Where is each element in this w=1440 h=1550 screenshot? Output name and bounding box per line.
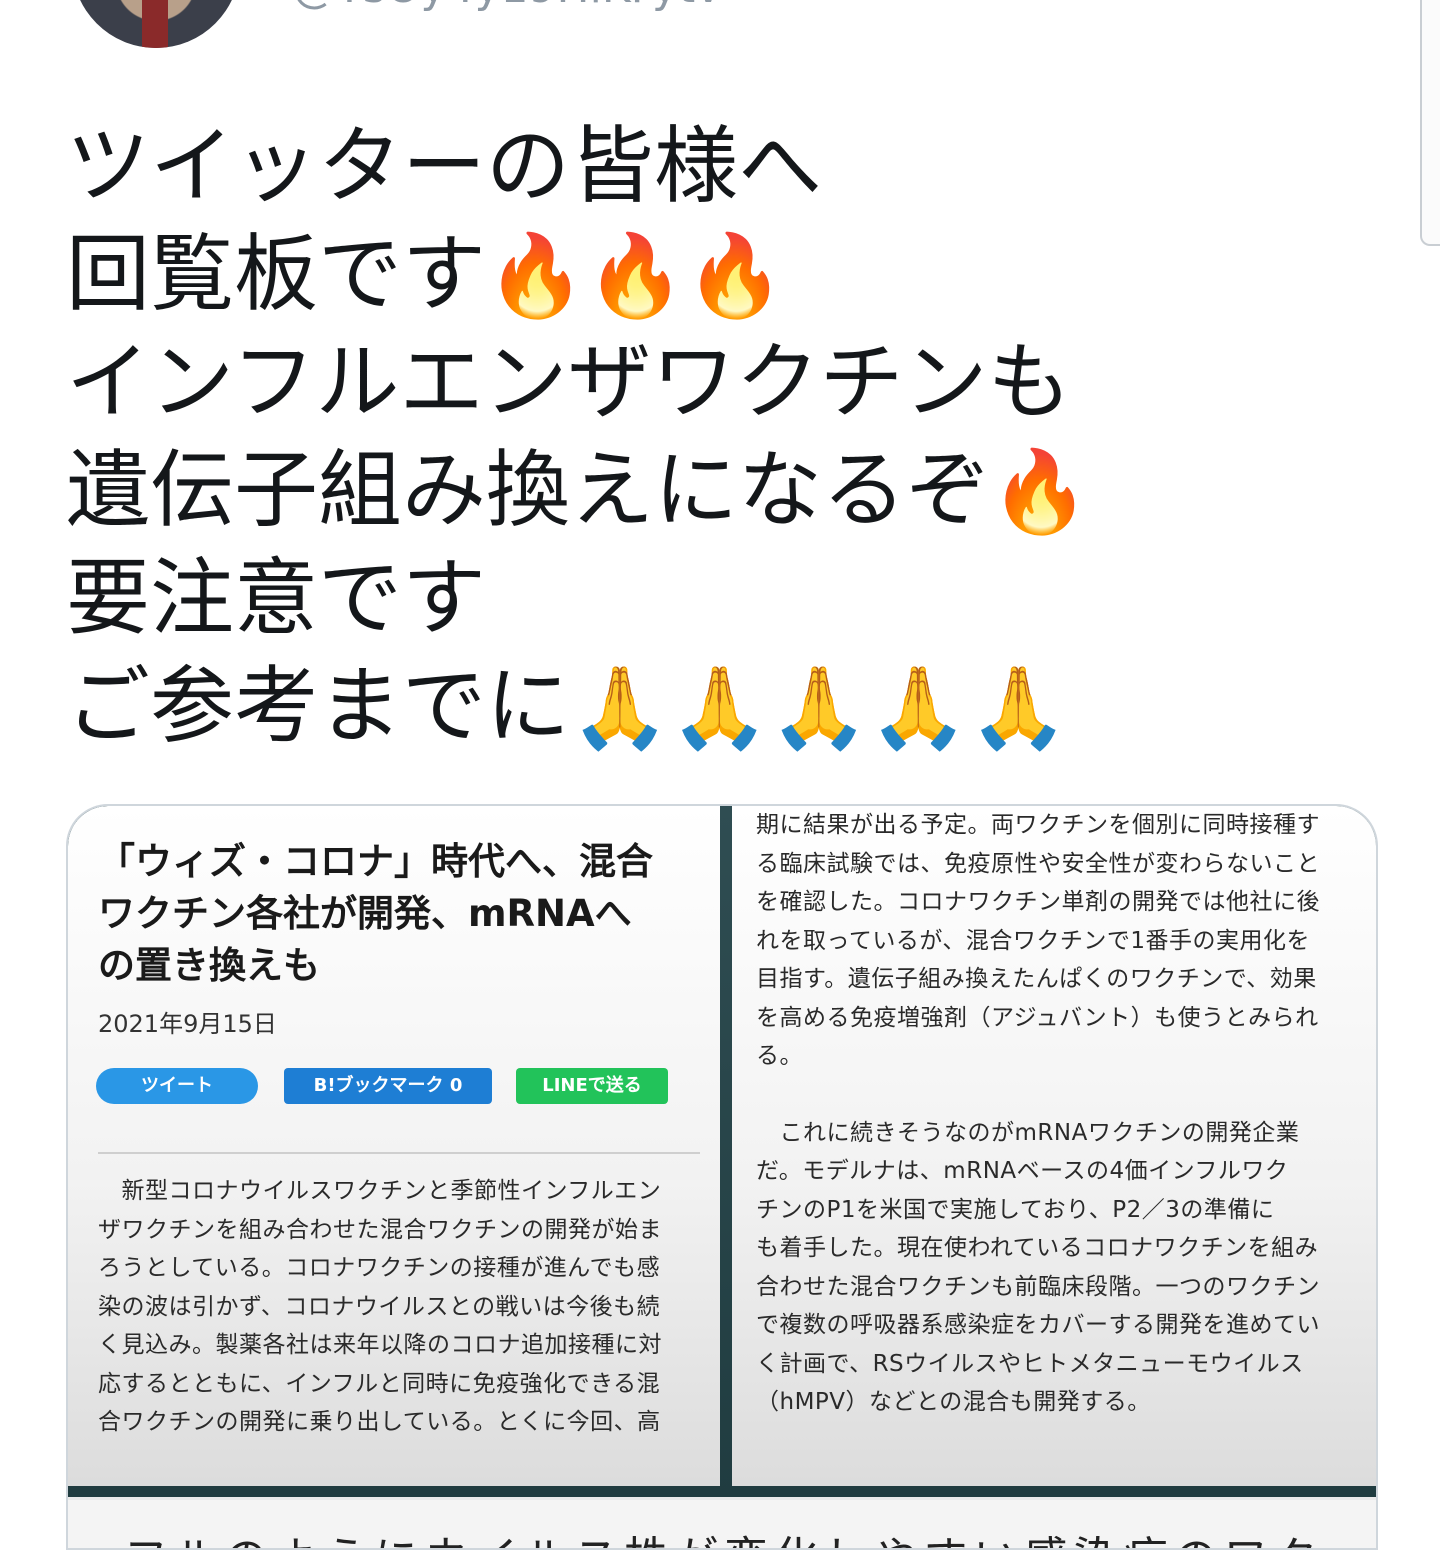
- tweet-line: 遺伝子組み換えになるぞ🔥: [66, 436, 1266, 544]
- body-line: 合ワクチンの開発に乗り出している。とくに今回、高: [98, 1409, 661, 1435]
- tweet-line-text: ツイッターの皆様へ: [66, 117, 823, 215]
- folded-hands-icon: 🙏🙏🙏🙏🙏: [570, 661, 1069, 754]
- tweet-line-text: 要注意です: [66, 549, 487, 647]
- body-line: 染の波は引かず、コロナウイルスとの戦いは今後も続: [98, 1293, 661, 1320]
- tweet-line-text: 回覧板です: [66, 225, 487, 323]
- fire-icon: 🔥🔥🔥: [486, 229, 785, 322]
- body-line: だ。モデルナは、mRNAベースの4価インフルワク: [756, 1158, 1289, 1184]
- body-line: 応するとともに、インフルと同時に免疫強化できる混: [98, 1370, 661, 1397]
- article-left-panel: 「ウィズ・コロナ」時代へ、混合 ワクチン各社が開発、mRNAへ の置き換えも 2…: [68, 806, 720, 1486]
- tweet-line-text: 遺伝子組み換えになるぞ: [66, 441, 991, 539]
- article-body-left: 新型コロナウイルスワクチンと季節性インフルエン ザワクチンを組み合わせた混合ワク…: [98, 1172, 712, 1442]
- line-share-button: LINEで送る: [516, 1068, 668, 1104]
- body-line: これに続きそうなのがmRNAワクチンの開発企業: [756, 1119, 1300, 1146]
- tweet-line: インフルエンザワクチンも: [66, 328, 1266, 436]
- fire-icon: 🔥: [990, 445, 1090, 538]
- body-line: を確認した。コロナワクチン単剤の開発では他社に後: [756, 889, 1320, 915]
- body-line: （hMPV）などとの混合も開発する。: [756, 1389, 1151, 1415]
- body-line: る臨床試験では、免疫原性や安全性が変わらないこと: [756, 850, 1320, 877]
- body-line: を高める免疫増強剤（アジュバント）も使うとみられ: [756, 1004, 1319, 1031]
- article-body-right: 期に結果が出る予定。両ワクチンを個別に同時接種す る臨床試験では、免疫原性や安全…: [756, 806, 1360, 1422]
- body-line: 目指す。遺伝子組み換えたんぱくのワクチンで、効果: [756, 966, 1317, 992]
- body-line: る。: [756, 1043, 803, 1069]
- body-line: ろうとしている。コロナワクチンの接種が進んでも感: [98, 1255, 661, 1281]
- tweet-text: ツイッターの皆様へ 回覧板です🔥🔥🔥 インフルエンザワクチンも 遺伝子組み換えに…: [66, 112, 1266, 760]
- avatar-tie: [142, 0, 168, 48]
- body-line: も着手した。現在使われているコロナワクチンを組み: [756, 1235, 1319, 1261]
- user-handle[interactable]: @YsOy4y19HiKFytv: [292, 0, 721, 13]
- tweet-line-text: インフルエンザワクチンも: [66, 333, 1072, 431]
- avatar[interactable]: [72, 0, 240, 48]
- article-headline: 「ウィズ・コロナ」時代へ、混合 ワクチン各社が開発、mRNAへ の置き換えも: [98, 836, 698, 992]
- body-line: く見込み。製薬各社は来年以降のコロナ追加接種に対: [98, 1332, 662, 1358]
- article-right-panel: 期に結果が出る予定。両ワクチンを個別に同時接種す る臨床試験では、免疫原性や安全…: [732, 806, 1376, 1486]
- tweet-line: 要注意です: [66, 544, 1266, 652]
- headline-line: の置き換えも: [98, 944, 320, 987]
- tweet-line-text: ご参考までに: [66, 657, 571, 755]
- tweet-line: 回覧板です🔥🔥🔥: [66, 220, 1266, 328]
- body-line: 合わせた混合ワクチンも前臨床段階。一つのワクチン: [756, 1273, 1320, 1300]
- article-bottom-strip: フルのようにウイルス株が変化しやすい感染症のワク: [68, 1497, 1376, 1548]
- headline-line: ワクチン各社が開発、mRNAへ: [98, 892, 632, 935]
- headline-line: 「ウィズ・コロナ」時代へ、混合: [98, 840, 653, 883]
- tweet-share-button: ツイート: [96, 1068, 258, 1104]
- body-line: れを取っているが、混合ワクチンで1番手の実用化を: [756, 927, 1311, 954]
- bookmark-button: B!ブックマーク 0: [284, 1068, 492, 1104]
- body-line: く計画で、RSウイルスやヒトメタニューモウイルス: [756, 1350, 1304, 1377]
- body-line: チンのP1を米国で実施しており、P2／3の準備に: [756, 1196, 1275, 1223]
- divider: [98, 1152, 700, 1154]
- body-line: ザワクチンを組み合わせた混合ワクチンの開発が始ま: [98, 1216, 662, 1243]
- tweet-line: ツイッターの皆様へ: [66, 112, 1266, 220]
- scrollbar[interactable]: [1420, 0, 1440, 246]
- body-line: 期に結果が出る予定。両ワクチンを個別に同時接種す: [756, 812, 1320, 838]
- body-line: で複数の呼吸器系感染症をカバーする開発を進めてい: [756, 1312, 1320, 1338]
- tweet-media-image[interactable]: 「ウィズ・コロナ」時代へ、混合 ワクチン各社が開発、mRNAへ の置き換えも 2…: [66, 804, 1378, 1550]
- article-date: 2021年9月15日: [98, 1010, 277, 1038]
- body-line: 新型コロナウイルスワクチンと季節性インフルエン: [98, 1178, 662, 1204]
- tweet-line: ご参考までに🙏🙏🙏🙏🙏: [66, 652, 1266, 760]
- bottom-partial-text: フルのようにウイルス株が変化しやすい感染症のワク: [124, 1522, 1324, 1548]
